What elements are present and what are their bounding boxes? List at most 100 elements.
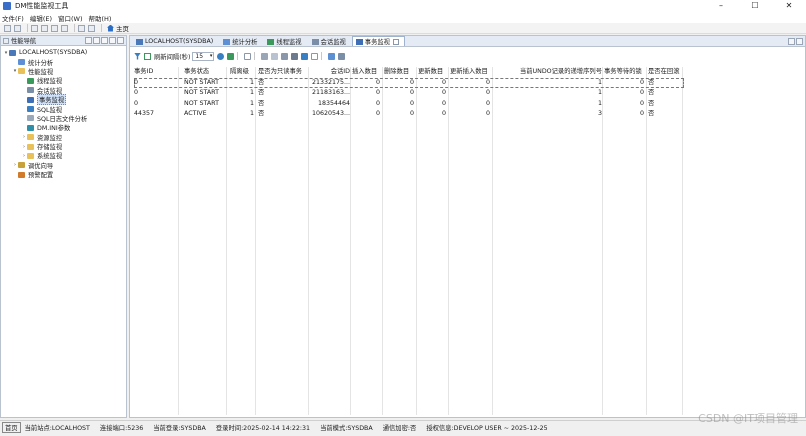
nav-tree-item[interactable]: ▾ 性能监视 <box>1 67 126 76</box>
save-icon[interactable] <box>14 24 21 32</box>
column-header[interactable]: 事务ID <box>134 67 178 78</box>
table-cell: 0 <box>409 89 414 96</box>
editor-tab[interactable]: 会话监视 <box>308 36 352 46</box>
copy-icon[interactable] <box>31 24 38 32</box>
table-cell: 0 <box>375 89 380 96</box>
nav-tree-item[interactable]: › 资源监控 <box>1 133 126 142</box>
find-icon[interactable] <box>61 24 68 32</box>
nav-tree-item[interactable]: SQL日志文件分析 <box>1 114 126 123</box>
table-row[interactable]: 0 NOT START 1 否 18354464 0 0 0 0 1 0 否 <box>134 99 684 110</box>
nav-tree-item[interactable]: ▾ LOCALHOST(SYSDBA) <box>1 48 126 57</box>
auto-refresh-checkbox[interactable] <box>144 52 151 60</box>
copy-rows-icon[interactable] <box>328 52 336 60</box>
editor-tab[interactable]: LOCALHOST(SYSDBA) <box>132 36 219 46</box>
refresh-icon[interactable] <box>217 52 225 60</box>
minimize-button[interactable]: – <box>704 0 738 12</box>
editor-tab[interactable]: 线程监视 <box>263 36 307 46</box>
close-tab-icon[interactable] <box>392 38 399 45</box>
performance-nav-panel: 性能导航 ▾ LOCALHOST(SYSDBA) 统计分析 ▾ 性能监视 线程监视 会话监视… <box>0 35 127 418</box>
menu-file[interactable]: 文件(F) <box>2 13 24 23</box>
menu-window[interactable]: 窗口(W) <box>58 13 83 23</box>
table-row[interactable]: 0 NOT START 1 否 21332175... 0 0 0 0 1 0 否 <box>134 77 684 88</box>
home-button[interactable]: 主页 <box>107 23 129 33</box>
table-cell: 18354464 <box>317 99 350 107</box>
nav-tree-item[interactable]: 统计分析 <box>1 57 126 67</box>
column-header[interactable]: 是否为只读事务 <box>258 67 306 78</box>
column-header[interactable]: 事务等待的锁 <box>604 67 644 78</box>
thread-icon <box>27 77 34 84</box>
nav-tree-label: 系统监视 <box>37 153 63 161</box>
thread-icon <box>267 38 275 45</box>
apply-icon[interactable] <box>227 52 235 60</box>
table-cell: 0 <box>409 78 414 86</box>
nav-tree-item[interactable]: 事务监视 <box>1 94 126 106</box>
nav-tree-item[interactable]: DM.INI参数 <box>1 123 126 132</box>
delete-icon[interactable] <box>51 24 58 32</box>
columns-icon[interactable] <box>311 52 319 60</box>
column-header[interactable]: 会话ID <box>308 67 350 78</box>
paste-icon[interactable] <box>41 24 48 32</box>
column-header[interactable]: 删除数目 <box>384 67 414 78</box>
pause-icon[interactable] <box>281 52 289 60</box>
table-cell: 0 <box>134 89 139 96</box>
nav-tree-item[interactable]: 预警配置 <box>1 170 126 179</box>
minimize-panel-icon[interactable] <box>109 37 116 44</box>
close-button[interactable]: ✕ <box>772 0 806 12</box>
filter-icon[interactable] <box>134 52 141 60</box>
nav-panel-title[interactable]: 性能导航 <box>11 36 36 45</box>
column-header[interactable]: 隔离级 <box>230 67 254 78</box>
table-row[interactable]: 44357 ACTIVE 1 否 10620543... 0 0 0 0 3 0 否 <box>134 109 684 120</box>
maximize-editor-icon[interactable] <box>796 38 803 45</box>
view-menu-icon[interactable] <box>101 37 108 44</box>
forward-icon[interactable] <box>88 24 95 32</box>
title-bar: DM性能监视工具 – ☐ ✕ <box>0 0 806 12</box>
menu-edit[interactable]: 编辑(E) <box>30 13 52 23</box>
nav-tree-item[interactable]: SQL监视 <box>1 104 126 114</box>
folder-icon <box>27 152 34 159</box>
search-icon[interactable] <box>338 52 346 60</box>
nav-tree-item[interactable]: › 系统监视 <box>1 151 126 160</box>
toolbar-divider <box>237 52 239 60</box>
table-cell: 否 <box>648 99 655 107</box>
transaction-icon <box>355 38 363 45</box>
menu-help[interactable]: 帮助(H) <box>89 13 112 23</box>
table-cell: 0 <box>639 110 644 117</box>
column-header[interactable]: 插入数目 <box>352 67 380 78</box>
home-icon <box>107 24 114 32</box>
sql-icon <box>27 106 34 113</box>
table-row[interactable]: 0 NOT START 1 否 21183163... 0 0 0 0 1 0 否 <box>134 88 684 99</box>
nav-tree-item[interactable]: › 调优向导 <box>1 161 126 170</box>
refresh-interval-label: 刷新间隔(秒) <box>154 53 191 61</box>
minimize-editor-icon[interactable] <box>788 38 795 45</box>
editor-tab[interactable]: 事务监视 <box>351 36 405 46</box>
status-bar: 首页 当前站点:LOCALHOST 连接端口:5236 当前登录:SYSDBA 登录时间… <box>0 420 806 434</box>
editor-tab[interactable]: 统计分析 <box>219 36 263 46</box>
status-item: 通信加密:否 <box>382 425 417 432</box>
toolbar-divider <box>254 52 256 60</box>
collapse-all-icon[interactable] <box>85 37 92 44</box>
menu-bar: 文件(F) 编辑(E) 窗口(W) 帮助(H) <box>0 12 806 23</box>
column-header[interactable]: 更新插入数目 <box>450 67 490 78</box>
link-editor-icon[interactable] <box>93 37 100 44</box>
table-cell: 0 <box>639 99 644 107</box>
maximize-panel-icon[interactable] <box>117 37 124 44</box>
status-item: 当前登录:SYSDBA <box>153 425 206 432</box>
rollback-icon[interactable] <box>301 52 309 60</box>
stop-icon[interactable] <box>291 52 299 60</box>
export-icon[interactable] <box>244 52 252 60</box>
maximize-button[interactable]: ☐ <box>738 0 772 12</box>
back-icon[interactable] <box>78 24 85 32</box>
nav-tree-item[interactable]: 线程监视 <box>1 76 126 85</box>
nav-tree-item[interactable]: › 存储监视 <box>1 142 126 151</box>
lock-icon[interactable] <box>261 52 269 60</box>
session-icon <box>311 38 319 45</box>
column-header[interactable]: 是否在回滚 <box>648 67 688 78</box>
folder-icon <box>27 143 34 150</box>
column-header[interactable]: 更新数目 <box>418 67 446 78</box>
refresh-interval-select[interactable]: 15 ▾ <box>192 51 215 61</box>
new-icon[interactable] <box>4 24 11 32</box>
unlock-icon[interactable] <box>271 52 279 60</box>
column-header[interactable]: 当前UNDO记录的递增序列号 <box>494 67 602 78</box>
toolbar-divider <box>321 52 323 60</box>
table-cell: 否 <box>648 89 655 96</box>
